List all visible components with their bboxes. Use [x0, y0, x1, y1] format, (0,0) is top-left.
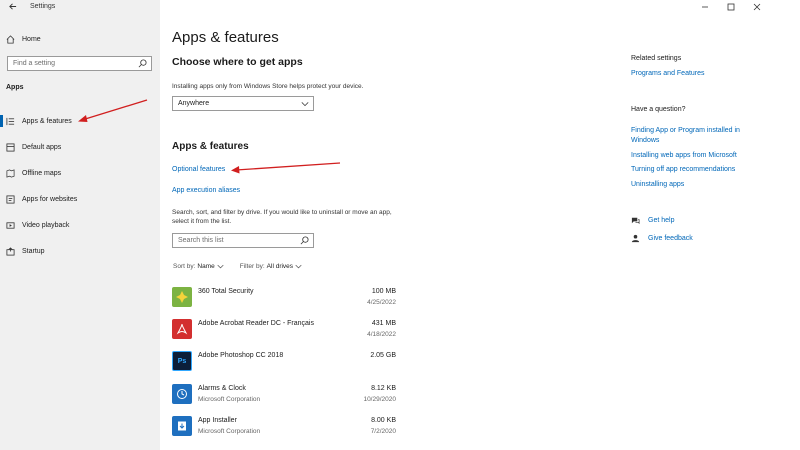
filter-value: All drives — [266, 263, 294, 270]
search-list-input[interactable]: Search this list — [172, 233, 314, 248]
sort-filter-bar: Sort by: Name Filter by: All drives — [173, 263, 302, 270]
app-size: 431 MB — [371, 320, 396, 327]
filter-by-dropdown[interactable]: Filter by: All drives — [240, 263, 302, 270]
chevron-down-icon — [301, 102, 309, 107]
photoshop-icon: Ps — [172, 351, 192, 371]
app-list-item[interactable]: App Installer Microsoft Corporation 8.00… — [172, 414, 396, 440]
alarm-clock-icon — [172, 384, 192, 404]
website-icon — [6, 194, 15, 204]
app-date: 4/18/2022 — [367, 331, 396, 338]
back-arrow-icon — [8, 2, 16, 10]
app-source-value: Anywhere — [178, 100, 210, 107]
page-title: Apps & features — [172, 29, 279, 46]
sort-value: Name — [197, 263, 215, 270]
apps-list-icon — [6, 117, 15, 126]
app-size: 2.05 GB — [370, 352, 396, 359]
video-icon — [6, 221, 15, 230]
related-settings-heading: Related settings — [631, 55, 682, 62]
search-icon — [300, 236, 309, 245]
search-icon — [138, 59, 147, 68]
app-size: 8.12 KB — [371, 385, 396, 392]
app-list-item[interactable]: Ps Adobe Photoshop CC 2018 2.05 GB — [172, 349, 396, 375]
chevron-down-icon — [217, 264, 224, 269]
title-bar: Settings — [0, 0, 160, 14]
app-size: 8.00 KB — [371, 417, 396, 424]
app-date: 10/29/2020 — [363, 396, 396, 403]
sidebar-item-label: Default apps — [22, 143, 62, 151]
choose-where-title: Choose where to get apps — [172, 56, 303, 68]
sidebar-item-apps-features[interactable]: Apps & features — [0, 114, 156, 128]
map-icon — [6, 168, 15, 178]
window-title: Settings — [30, 3, 56, 10]
app-name: 360 Total Security — [198, 288, 254, 295]
sidebar-item-label: Startup — [22, 247, 45, 255]
app-list-item[interactable]: Adobe Acrobat Reader DC - Français 431 M… — [172, 317, 396, 343]
help-link-web-apps[interactable]: Installing web apps from Microsoft — [631, 151, 751, 161]
chevron-down-icon — [295, 264, 302, 269]
app-publisher: Microsoft Corporation — [198, 428, 261, 435]
find-setting-search[interactable]: Find a setting — [7, 56, 152, 71]
app-name: Adobe Acrobat Reader DC - Français — [198, 320, 314, 327]
sort-by-dropdown[interactable]: Sort by: Name — [173, 263, 224, 270]
home-label: Home — [22, 35, 41, 43]
sidebar-item-apps-websites[interactable]: Apps for websites — [6, 192, 156, 206]
app-name: Alarms & Clock — [198, 385, 246, 392]
sidebar-item-default-apps[interactable]: Default apps — [6, 140, 156, 154]
app-list-item[interactable]: Alarms & Clock Microsoft Corporation 8.1… — [172, 382, 396, 408]
app-installer-icon — [172, 416, 192, 436]
app-name: App Installer — [198, 417, 237, 424]
app-name: Adobe Photoshop CC 2018 — [198, 352, 284, 359]
app-date: 7/2/2020 — [370, 428, 396, 435]
sort-label: Sort by: — [173, 263, 196, 270]
app-list-item[interactable]: 360 Total Security 100 MB 4/25/2022 — [172, 285, 396, 311]
app-date: 4/25/2022 — [367, 299, 396, 306]
give-feedback-link[interactable]: Give feedback — [631, 232, 693, 244]
feedback-person-icon — [631, 234, 640, 242]
main-content: Apps & features Choose where to get apps… — [160, 0, 620, 450]
sidebar-item-startup[interactable]: Startup — [6, 244, 156, 258]
apps-features-section-title: Apps & features — [172, 141, 249, 152]
optional-features-link[interactable]: Optional features — [172, 166, 225, 173]
get-help-label: Get help — [648, 216, 675, 224]
search-placeholder: Find a setting — [13, 60, 56, 67]
sidebar-item-label: Apps & features — [22, 117, 72, 125]
related-settings-pane: Related settings Programs and Features H… — [630, 0, 790, 450]
home-nav-item[interactable]: Home — [6, 33, 41, 45]
choose-where-help: Installing apps only from Windows Store … — [172, 83, 364, 90]
sidebar-item-video-playback[interactable]: Video playback — [6, 218, 156, 232]
acrobat-icon — [172, 319, 192, 339]
help-link-finding-app[interactable]: Finding App or Program installed in Wind… — [631, 126, 751, 145]
360-security-icon — [172, 287, 192, 307]
app-execution-aliases-link[interactable]: App execution aliases — [172, 187, 240, 194]
default-apps-icon — [6, 142, 15, 152]
search-list-placeholder: Search this list — [178, 237, 224, 244]
get-help-link[interactable]: Get help — [631, 214, 674, 226]
sidebar-section-label: Apps — [6, 84, 24, 91]
home-icon — [6, 34, 15, 44]
app-size: 100 MB — [371, 288, 396, 295]
chat-help-icon — [631, 217, 640, 224]
back-button[interactable] — [6, 0, 18, 12]
sidebar-item-label: Video playback — [22, 221, 70, 229]
programs-features-link[interactable]: Programs and Features — [631, 69, 751, 79]
search-description: Search, sort, and filter by drive. If yo… — [172, 209, 392, 225]
startup-icon — [6, 246, 15, 256]
filter-label: Filter by: — [239, 263, 265, 270]
help-link-app-recommendations[interactable]: Turning off app recommendations — [631, 165, 751, 175]
sidebar-item-offline-maps[interactable]: Offline maps — [6, 166, 156, 180]
sidebar-item-label: Offline maps — [22, 169, 62, 177]
question-heading: Have a question? — [631, 106, 686, 113]
sidebar: Settings Home Find a setting Apps Apps &… — [0, 0, 160, 450]
sidebar-item-label: Apps for websites — [22, 195, 78, 203]
app-publisher: Microsoft Corporation — [198, 396, 261, 403]
help-link-uninstalling[interactable]: Uninstalling apps — [631, 180, 751, 190]
give-feedback-label: Give feedback — [648, 234, 693, 242]
app-source-dropdown[interactable]: Anywhere — [172, 96, 314, 111]
